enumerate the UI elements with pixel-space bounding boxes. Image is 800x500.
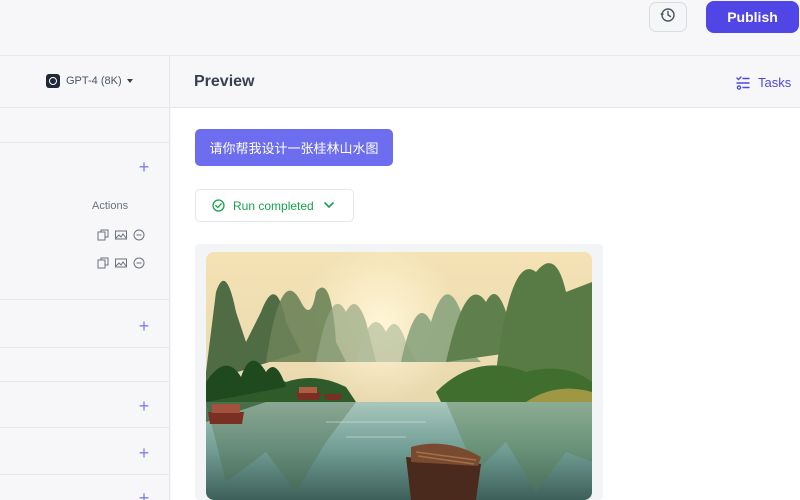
actions-column-label: Actions — [92, 200, 129, 212]
section-divider — [0, 299, 170, 300]
tasks-label: Tasks — [758, 75, 792, 90]
check-circle-icon — [212, 199, 225, 212]
section-divider — [0, 142, 170, 143]
chevron-down-icon — [323, 202, 334, 209]
history-icon — [660, 7, 676, 28]
row-actions — [97, 229, 145, 241]
image-icon[interactable] — [115, 229, 127, 241]
tasks-button[interactable]: Tasks — [736, 75, 791, 90]
run-status-label: Run completed — [233, 198, 314, 213]
add-button[interactable]: + — [136, 489, 152, 500]
user-message-bubble: 请你帮我设计一张桂林山水图 — [195, 129, 393, 166]
config-panel: GPT-4 (8K) + Actions + + + + — [0, 56, 170, 500]
remove-icon[interactable] — [133, 229, 145, 241]
model-selector[interactable]: GPT-4 (8K) — [46, 74, 133, 88]
generated-image-card — [195, 244, 603, 500]
add-button[interactable]: + — [136, 444, 152, 462]
preview-header: Preview Tasks — [171, 57, 800, 108]
tasks-icon — [736, 75, 750, 90]
section-divider — [0, 381, 170, 382]
section-divider — [0, 347, 170, 348]
top-bar: Publish — [0, 0, 800, 56]
add-button[interactable]: + — [136, 317, 152, 335]
preview-area: 请你帮我设计一张桂林山水图 Run completed — [171, 108, 800, 500]
page-title: Preview — [194, 73, 255, 90]
model-row: GPT-4 (8K) — [0, 56, 170, 108]
openai-logo-icon — [46, 74, 60, 88]
publish-button[interactable]: Publish — [706, 1, 799, 33]
section-divider — [0, 474, 170, 475]
section-divider — [0, 427, 170, 428]
caret-down-icon — [126, 79, 133, 83]
row-actions — [97, 257, 145, 269]
copy-icon[interactable] — [97, 229, 109, 241]
guilin-landscape-image — [206, 252, 592, 500]
add-button[interactable]: + — [136, 397, 152, 415]
run-status-toggle[interactable]: Run completed — [195, 189, 354, 222]
image-icon[interactable] — [115, 257, 127, 269]
history-button[interactable] — [649, 2, 687, 32]
remove-icon[interactable] — [133, 257, 145, 269]
copy-icon[interactable] — [97, 257, 109, 269]
add-button[interactable]: + — [136, 158, 152, 176]
generated-image[interactable] — [206, 252, 592, 500]
model-label: GPT-4 (8K) — [66, 75, 122, 87]
